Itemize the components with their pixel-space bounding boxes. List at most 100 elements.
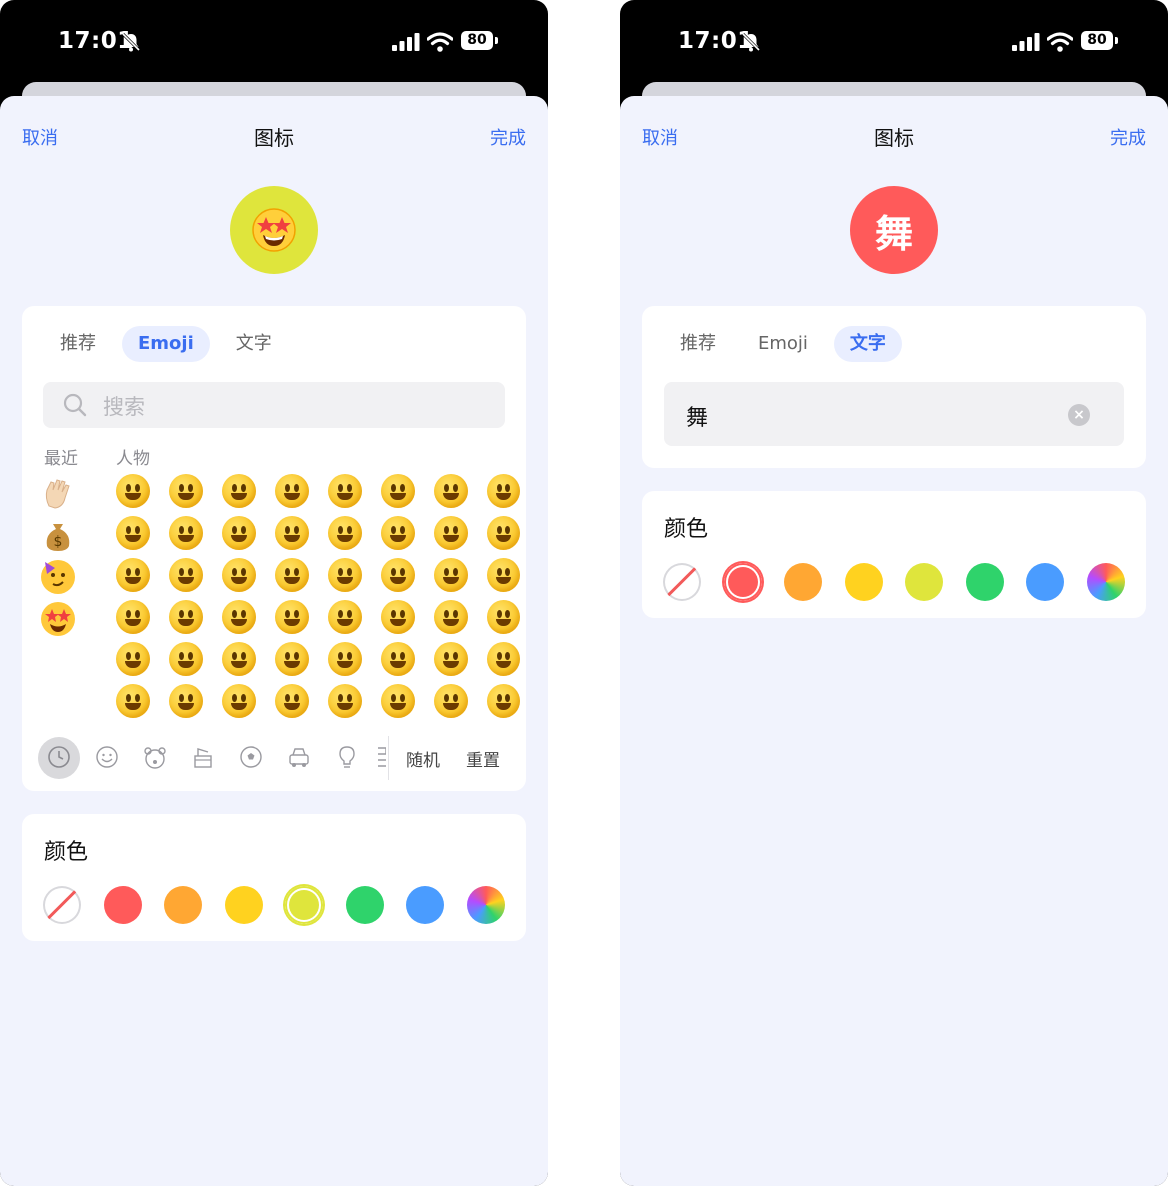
icon-text-input[interactable]: 舞 × (664, 382, 1124, 446)
emoji-halo[interactable] (222, 474, 256, 508)
emoji-winking-tongue[interactable] (275, 684, 309, 718)
emoji-neutral[interactable] (381, 600, 415, 634)
emoji-eye (505, 652, 510, 660)
emoji-kissing[interactable] (222, 684, 256, 718)
emoji-eye (232, 484, 237, 492)
soccer-icon[interactable] (238, 744, 264, 770)
wifi-icon (427, 32, 453, 52)
emoji-mouth (390, 619, 406, 626)
random-button[interactable]: 随机 (406, 746, 440, 771)
tab-recommended[interactable]: 推荐 (44, 326, 112, 362)
emoji-unamused[interactable] (434, 516, 468, 550)
emoji-kissing-heart[interactable] (222, 642, 256, 676)
category-divider (388, 736, 389, 780)
color-swatch-none[interactable] (43, 886, 81, 924)
emoji-zipper-mouth[interactable] (381, 516, 415, 550)
emoji-eye (241, 694, 246, 702)
color-swatch[interactable] (346, 886, 384, 924)
recent-emoji-partying-face[interactable] (41, 560, 75, 594)
emoji-shushing[interactable] (328, 684, 362, 718)
color-swatch-custom[interactable] (467, 886, 505, 924)
emoji-sleeping[interactable] (487, 600, 520, 634)
emoji-eye-roll[interactable] (434, 558, 468, 592)
emoji-grinning[interactable] (116, 474, 150, 508)
recent-emoji-waving-hand[interactable] (41, 476, 75, 510)
emoji-eye (497, 610, 502, 618)
emoji-laughing[interactable] (116, 642, 150, 676)
emoji-squint-tongue[interactable] (328, 516, 362, 550)
emoji-smirk[interactable] (434, 474, 468, 508)
search-input[interactable]: 搜索 (43, 382, 505, 428)
emoji-heart-eyes[interactable] (222, 558, 256, 592)
bear-icon[interactable] (142, 744, 168, 770)
emoji-sweat-smile[interactable] (116, 684, 150, 718)
emoji-star-struck[interactable] (222, 600, 256, 634)
emoji-kissing-closed-eyes[interactable] (275, 558, 309, 592)
tab-emoji[interactable]: Emoji (122, 326, 210, 362)
emoji-kissing-smiling[interactable] (275, 516, 309, 550)
color-swatch[interactable] (966, 563, 1004, 601)
tab-text[interactable]: 文字 (220, 326, 288, 362)
recent-emoji-star-struck[interactable] (41, 602, 75, 636)
emoji-no-mouth[interactable] (381, 684, 415, 718)
emoji-relaxed[interactable] (275, 474, 309, 508)
color-swatch[interactable] (724, 563, 762, 601)
emoji-tongue[interactable] (275, 642, 309, 676)
emoji-upside-down[interactable] (169, 600, 203, 634)
emoji-smiley[interactable] (116, 516, 150, 550)
recent-emoji-money-bag[interactable]: $ (41, 518, 75, 552)
emoji-blush[interactable] (169, 684, 203, 718)
color-swatch[interactable] (285, 886, 323, 924)
car-icon[interactable] (286, 744, 312, 770)
emoji-grin[interactable] (116, 600, 150, 634)
smiley-icon[interactable] (94, 744, 120, 770)
color-swatch[interactable] (225, 886, 263, 924)
clock-icon[interactable] (46, 744, 72, 770)
emoji-raised-eyebrow[interactable] (381, 558, 415, 592)
color-swatch[interactable] (164, 886, 202, 924)
bulb-icon[interactable] (334, 744, 360, 770)
reset-button[interactable]: 重置 (466, 746, 500, 771)
color-swatch[interactable] (845, 563, 883, 601)
food-icon[interactable] (190, 744, 216, 770)
emoji-smile[interactable] (116, 558, 150, 592)
emoji-eye (400, 526, 405, 534)
color-swatch[interactable] (104, 886, 142, 924)
symbol-icon[interactable] (378, 744, 386, 770)
tab-emoji[interactable]: Emoji (742, 326, 824, 362)
emoji-rofl[interactable] (169, 474, 203, 508)
emoji-wink[interactable] (169, 642, 203, 676)
emoji-lying[interactable] (434, 642, 468, 676)
emoji-hugging[interactable] (328, 600, 362, 634)
color-swatch[interactable] (784, 563, 822, 601)
tab-recommended[interactable]: 推荐 (664, 326, 732, 362)
page-title: 图标 (874, 126, 914, 150)
emoji-zany[interactable] (328, 474, 362, 508)
emoji-thinking[interactable] (381, 474, 415, 508)
emoji-eye (505, 694, 510, 702)
emoji-mask[interactable] (487, 642, 520, 676)
color-swatch-custom[interactable] (1087, 563, 1125, 601)
emoji-eye (444, 526, 449, 534)
done-button[interactable]: 完成 (490, 124, 526, 150)
color-swatch-none[interactable] (663, 563, 701, 601)
emoji-yum[interactable] (275, 600, 309, 634)
color-swatch[interactable] (905, 563, 943, 601)
emoji-relieved[interactable] (434, 684, 468, 718)
emoji-slight-smile[interactable] (169, 558, 203, 592)
emoji-money-mouth[interactable] (328, 558, 362, 592)
emoji-sleepy[interactable] (487, 516, 520, 550)
color-swatch[interactable] (1026, 563, 1064, 601)
emoji-expressionless[interactable] (381, 642, 415, 676)
emoji-thermometer[interactable] (487, 684, 520, 718)
emoji-smiling-hearts[interactable] (222, 516, 256, 550)
emoji-joy[interactable] (169, 516, 203, 550)
done-button[interactable]: 完成 (1110, 124, 1146, 150)
emoji-drooling[interactable] (487, 558, 520, 592)
emoji-hand-over-mouth[interactable] (328, 642, 362, 676)
color-swatch[interactable] (406, 886, 444, 924)
emoji-pensive[interactable] (487, 474, 520, 508)
emoji-grimacing[interactable] (434, 600, 468, 634)
clear-icon[interactable]: × (1068, 404, 1090, 426)
tab-text[interactable]: 文字 (833, 326, 902, 362)
